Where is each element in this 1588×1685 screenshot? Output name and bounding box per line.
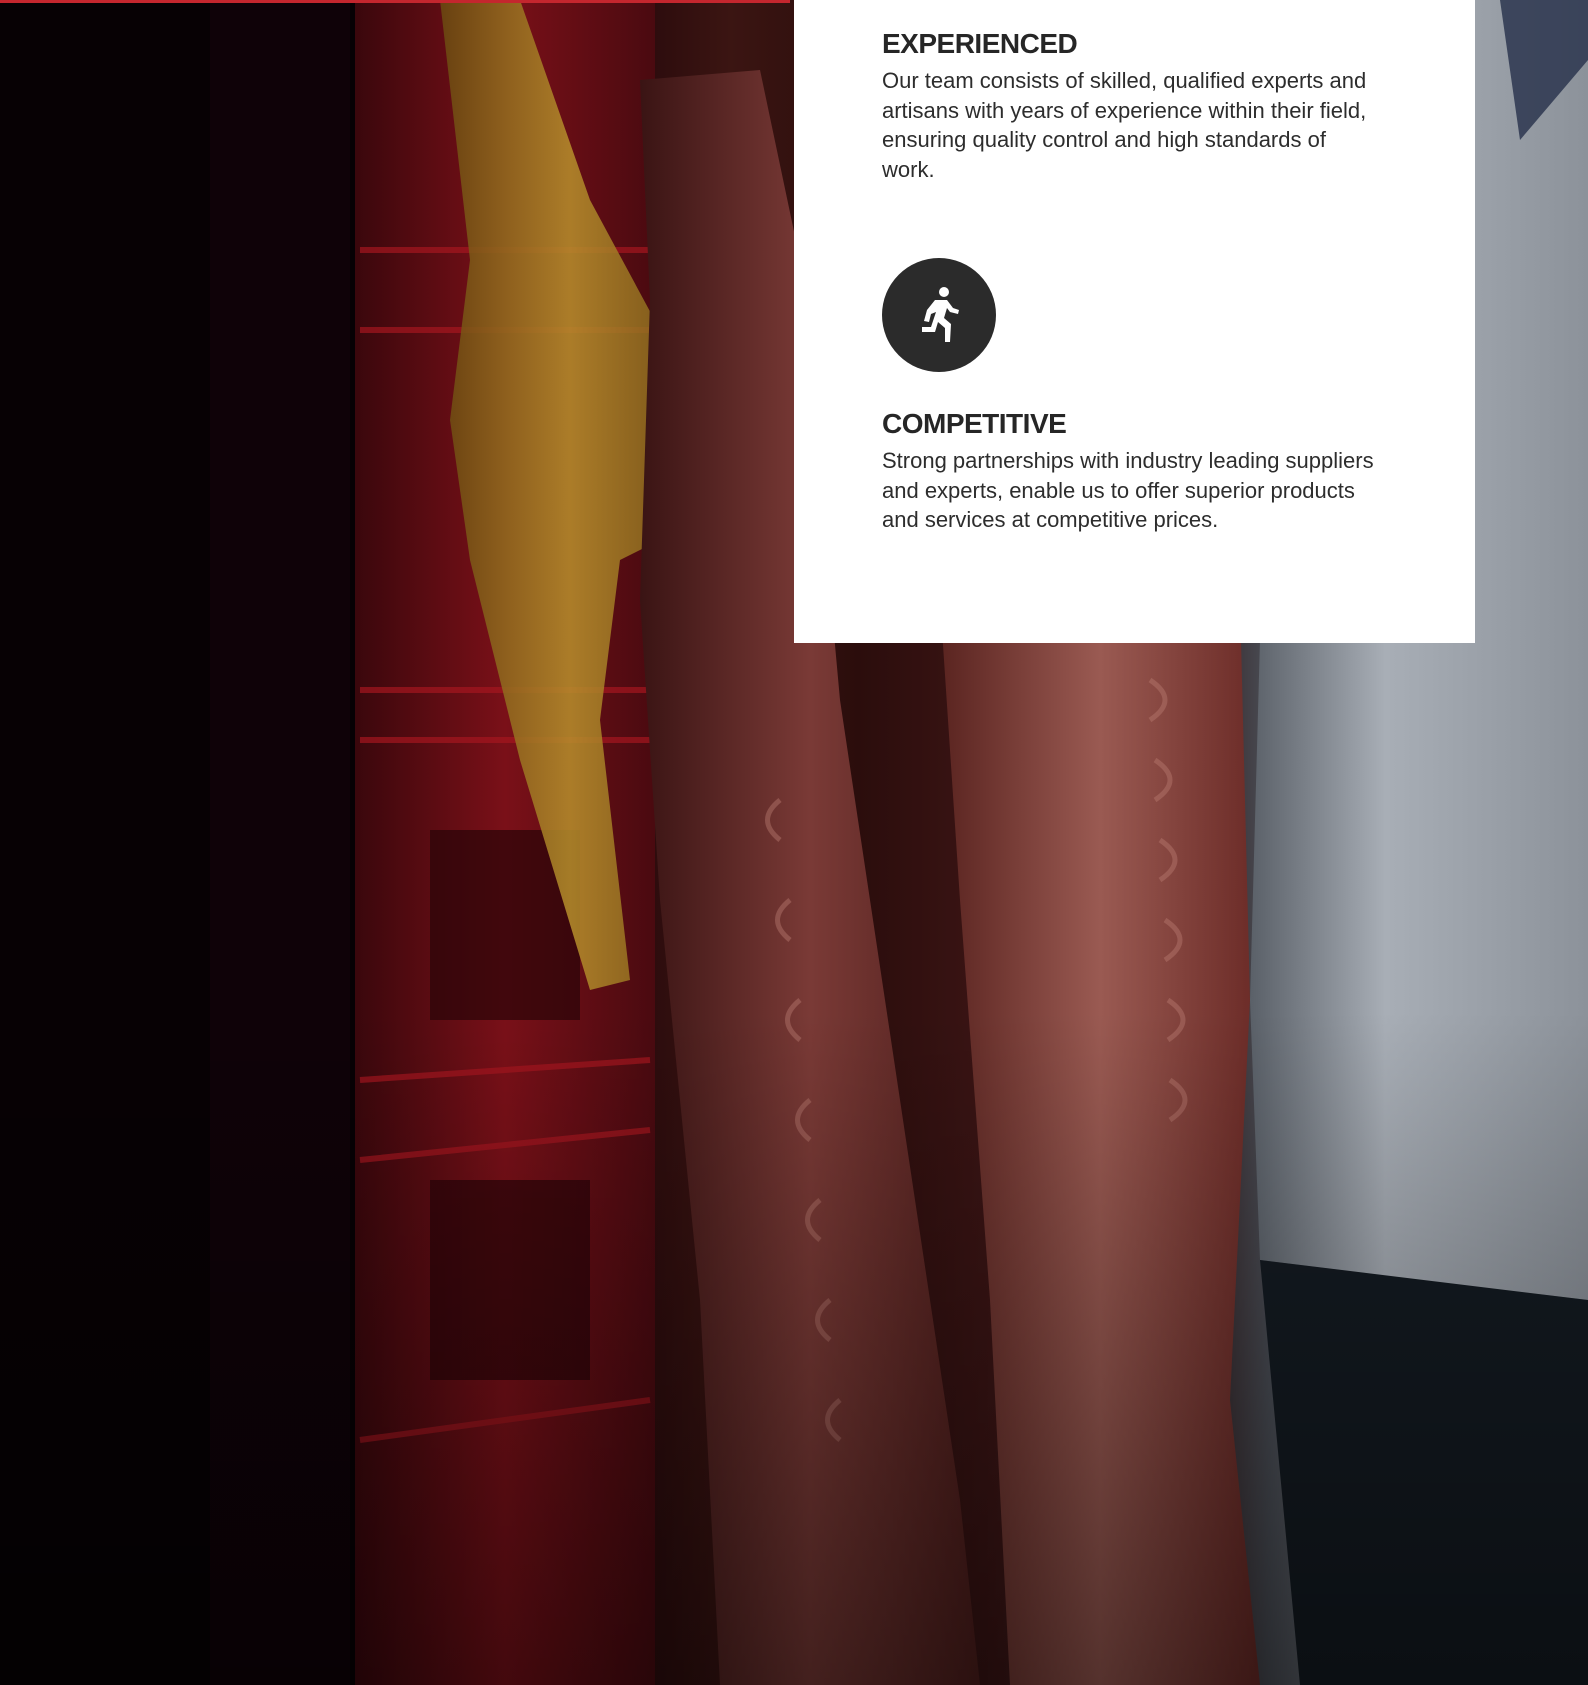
running-person-glyph [922,287,959,342]
feature-description: Our team consists of skilled, qualified … [882,68,1367,182]
accent-top-bar [0,0,790,3]
feature-competitive: COMPETITIVE Strong partnerships with ind… [882,258,1382,535]
running-person-icon [882,258,996,372]
feature-title: COMPETITIVE [882,408,1067,439]
feature-experienced: EXPERIENCED Our team consists of skilled… [882,26,1382,184]
features-card: EXPERIENCED Our team consists of skilled… [794,0,1475,643]
feature-description: Strong partnerships with industry leadin… [882,448,1374,532]
feature-title: EXPERIENCED [882,28,1078,59]
